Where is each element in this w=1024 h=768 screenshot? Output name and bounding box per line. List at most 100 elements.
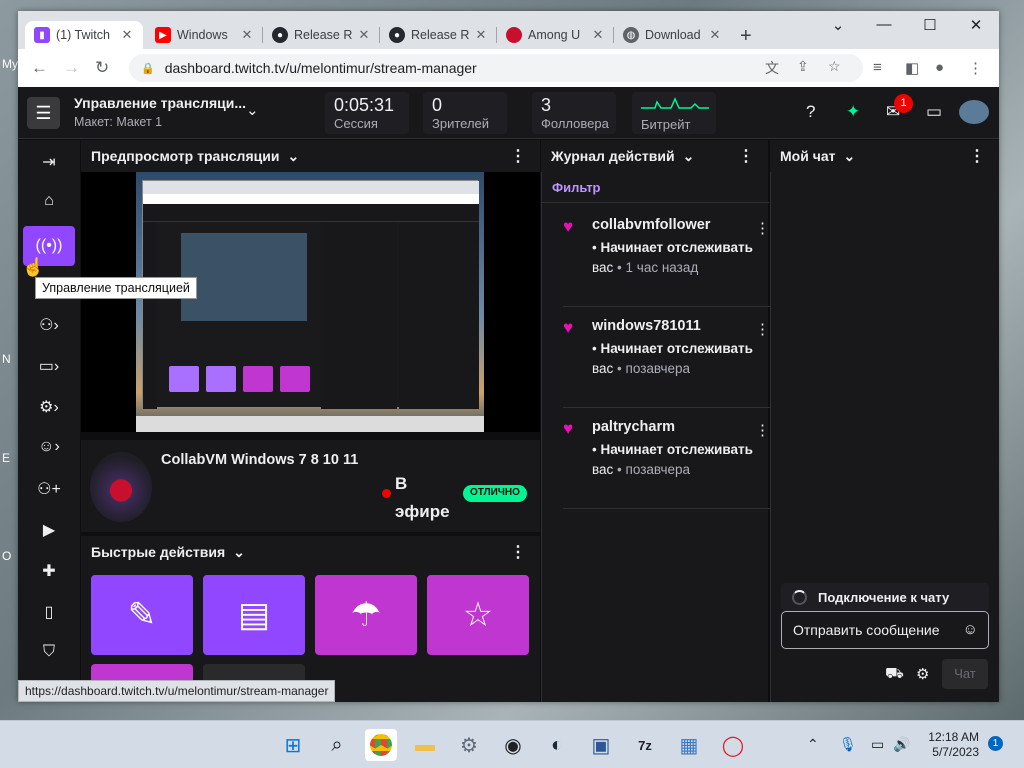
collapse-icon[interactable]: ⇥	[36, 152, 62, 174]
add-user-icon[interactable]: ⚇+	[36, 479, 62, 501]
chat-send-button[interactable]: Чат	[942, 659, 988, 689]
close-icon[interactable]: ✕	[119, 27, 135, 43]
desktop-label[interactable]: E	[2, 451, 10, 465]
whispers-icon[interactable]: ▭	[926, 102, 942, 122]
more-icon[interactable]: ⋮	[755, 320, 770, 338]
points-icon[interactable]: ⛟	[885, 665, 904, 684]
menu-icon[interactable]: ⋮	[968, 59, 983, 77]
chevron-down-icon[interactable]: ⌄	[843, 148, 855, 165]
settings-icon[interactable]: ⚙›	[36, 397, 62, 419]
preview-nested	[181, 233, 307, 321]
sidepanel-icon[interactable]: ◧	[905, 59, 919, 77]
preview-title: Предпросмотр трансляции	[91, 148, 280, 164]
close-icon[interactable]: ✕	[707, 27, 723, 43]
help-icon[interactable]: ?	[806, 102, 815, 122]
notification-badge[interactable]: 1	[988, 736, 1003, 751]
more-icon[interactable]: ⋮	[755, 219, 770, 237]
minimize-button[interactable]: —	[861, 16, 907, 33]
maximize-button[interactable]: ☐	[907, 16, 953, 34]
tab-title: (1) Twitch	[56, 28, 110, 42]
home-icon[interactable]: ⌂	[36, 192, 62, 214]
tab-release-1[interactable]: ● Release R ✕	[263, 21, 380, 49]
app-icon[interactable]: ▣	[585, 729, 617, 761]
activity-user[interactable]: collabvmfollower	[592, 217, 710, 233]
chevron-down-icon[interactable]: ⌄	[815, 16, 861, 34]
stat-label: Фолловера	[541, 116, 609, 131]
edit-stream-button[interactable]: ✎	[91, 575, 193, 655]
7zip-icon[interactable]: 7z	[629, 729, 661, 761]
search-icon[interactable]: ⌕	[321, 729, 353, 761]
network-app-icon[interactable]: ▦	[673, 729, 705, 761]
more-icon[interactable]: ⋮	[755, 421, 770, 439]
close-icon[interactable]: ✕	[356, 27, 372, 43]
menu-button[interactable]: ☰	[27, 97, 60, 129]
filter-link[interactable]: Фильтр	[552, 180, 601, 195]
layout-chevron-icon[interactable]: ⌄	[246, 101, 259, 119]
obs-icon[interactable]: ◉	[497, 729, 529, 761]
video-icon[interactable]: ▶	[36, 520, 62, 542]
start-icon[interactable]: ⊞	[277, 729, 309, 761]
clock[interactable]: 12:18 AM 5/7/2023	[927, 730, 979, 760]
bookmark-star-icon[interactable]: ☆	[828, 58, 841, 75]
display-icon[interactable]: ▭	[871, 736, 884, 753]
more-icon[interactable]: ⋮	[510, 146, 526, 166]
create-clip-button[interactable]: ▤	[203, 575, 305, 655]
tab-title: Release R	[411, 28, 470, 42]
content-icon[interactable]: ▭›	[36, 356, 62, 378]
avatar[interactable]	[959, 100, 989, 124]
book-icon[interactable]: ▯	[36, 602, 62, 624]
chat-settings-icon[interactable]: ⚙	[916, 665, 929, 683]
tab-twitch[interactable]: ▮ (1) Twitch ✕	[25, 21, 143, 49]
chevron-down-icon[interactable]: ⌄	[287, 148, 299, 165]
raid-button[interactable]: ☂	[315, 575, 417, 655]
tab-download[interactable]: ◍ Download ✕	[614, 21, 731, 49]
opera-icon[interactable]: ◯	[717, 729, 749, 761]
translate-icon[interactable]: 文	[765, 58, 779, 78]
settings-icon[interactable]: ⚙	[453, 729, 485, 761]
shield-icon[interactable]: ⛉	[36, 643, 62, 665]
chevron-up-icon[interactable]: ⌃	[807, 736, 819, 753]
file-explorer-icon[interactable]: ▬	[409, 729, 441, 761]
back-button[interactable]: ←	[31, 58, 48, 78]
chat-input[interactable]: Отправить сообщение ☺	[781, 611, 989, 649]
ad-button[interactable]: ☆	[427, 575, 529, 655]
forward-button[interactable]: →	[63, 58, 80, 78]
lock-icon[interactable]: 🔒	[141, 62, 155, 75]
chrome-icon[interactable]	[365, 729, 397, 761]
close-icon[interactable]: ✕	[473, 27, 489, 43]
close-window-button[interactable]: ✕	[953, 16, 999, 34]
community-icon[interactable]: ⚇›	[36, 315, 62, 337]
steam-icon[interactable]: ◐	[541, 729, 573, 761]
emotes-icon[interactable]: ☺›	[36, 438, 62, 460]
more-icon[interactable]: ⋮	[969, 146, 985, 166]
emote-icon[interactable]: ☺	[963, 621, 978, 638]
stream-preview[interactable]	[136, 172, 484, 432]
activity-user[interactable]: paltrycharm	[592, 419, 675, 435]
extensions-icon[interactable]: ✚	[36, 561, 62, 583]
desktop-label[interactable]: N	[2, 352, 11, 366]
tab-windows[interactable]: ▶ Windows ✕	[146, 21, 263, 49]
desktop-label[interactable]: My	[2, 57, 18, 71]
desktop-label[interactable]: O	[2, 549, 11, 563]
sparkle-icon[interactable]: ✦	[846, 102, 860, 122]
channel-avatar	[90, 452, 152, 522]
volume-icon[interactable]: 🔊	[893, 736, 910, 753]
new-tab-button[interactable]: +	[740, 25, 752, 48]
microphone-icon[interactable]: 🎙	[839, 736, 857, 753]
address-bar[interactable]: 🔒 dashboard.twitch.tv/u/melontimur/strea…	[129, 54, 863, 82]
media-icon[interactable]: ≡	[873, 59, 882, 76]
more-icon[interactable]: ⋮	[738, 146, 754, 166]
close-icon[interactable]: ✕	[590, 27, 606, 43]
status-badge: ОТЛИЧНО	[463, 485, 527, 502]
chevron-down-icon[interactable]: ⌄	[233, 544, 245, 561]
more-icon[interactable]: ⋮	[510, 542, 526, 562]
share-icon[interactable]: ⇪	[797, 58, 809, 75]
tab-release-2[interactable]: ● Release R ✕	[380, 21, 497, 49]
profile-icon[interactable]: ●	[935, 59, 944, 76]
chevron-down-icon[interactable]: ⌄	[683, 148, 695, 165]
url-text: dashboard.twitch.tv/u/melontimur/stream-…	[164, 60, 477, 76]
close-icon[interactable]: ✕	[239, 27, 255, 43]
reload-button[interactable]: ↻	[95, 58, 109, 78]
tab-among-us[interactable]: Among U ✕	[497, 21, 614, 49]
activity-user[interactable]: windows781011	[592, 318, 701, 334]
